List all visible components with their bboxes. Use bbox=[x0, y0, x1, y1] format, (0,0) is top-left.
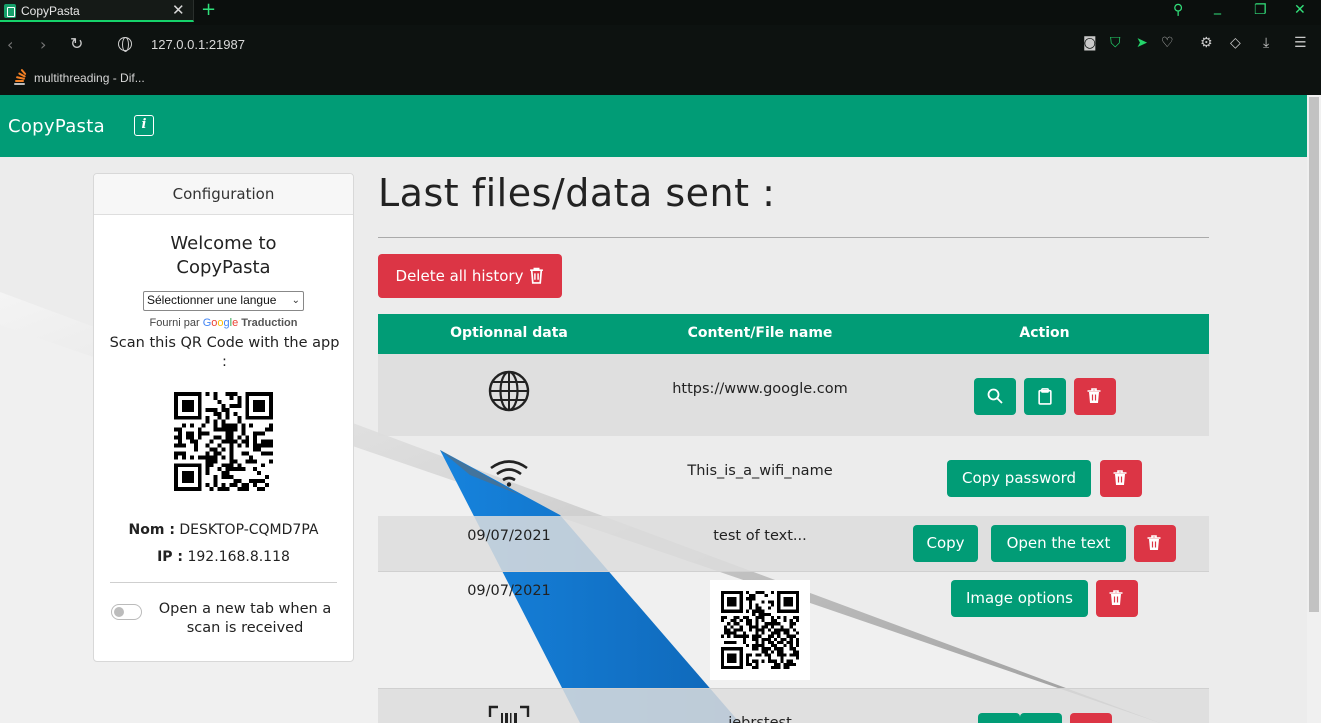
history-table-header: Optionnal data Content/File name Action bbox=[378, 314, 1209, 354]
trash-icon bbox=[1147, 535, 1161, 550]
menu-icon[interactable]: ☰ bbox=[1294, 35, 1307, 51]
row-content: This_is_a_wifi_name bbox=[687, 463, 833, 479]
info-icon[interactable]: i bbox=[134, 115, 154, 136]
host-ip-label: IP : bbox=[157, 549, 184, 565]
language-select-value: Sélectionner une langue bbox=[147, 293, 277, 307]
copy-text-button[interactable]: Copy bbox=[913, 525, 978, 562]
column-action: Action bbox=[1019, 325, 1070, 341]
divider bbox=[110, 582, 337, 583]
back-icon[interactable]: ‹ bbox=[7, 35, 13, 54]
close-window-icon[interactable]: ✕ bbox=[1294, 2, 1306, 18]
qr-image bbox=[721, 591, 799, 669]
host-name-value: DESKTOP-CQMD7PA bbox=[179, 522, 319, 538]
copy-password-button[interactable]: Copy password bbox=[947, 460, 1091, 497]
globe-icon bbox=[488, 370, 530, 412]
browser-tab[interactable]: CopyPasta ✕ bbox=[0, 0, 194, 22]
row-action-button[interactable] bbox=[1020, 713, 1062, 723]
host-name-label: Nom : bbox=[128, 522, 175, 538]
delete-row-button[interactable] bbox=[1134, 525, 1176, 562]
translate-label[interactable]: Traduction bbox=[241, 317, 297, 329]
heart-icon[interactable]: ♡ bbox=[1161, 35, 1174, 51]
row-action-button[interactable] bbox=[978, 713, 1020, 723]
page-scrollbar[interactable] bbox=[1307, 95, 1321, 723]
new-tab-icon[interactable]: + bbox=[201, 0, 216, 20]
url-input[interactable]: 127.0.0.1:21987 bbox=[151, 37, 245, 52]
table-row: This_is_a_wifi_name Copy password bbox=[378, 436, 1209, 516]
scan-instructions: Scan this QR Code with the app : bbox=[109, 335, 340, 370]
send-icon[interactable]: ➤ bbox=[1136, 35, 1148, 51]
clipboard-favicon-icon bbox=[4, 4, 16, 18]
trash-icon bbox=[529, 257, 544, 301]
camera-icon[interactable]: ◙ bbox=[1083, 35, 1097, 51]
app-navbar: CopyPasta i bbox=[0, 95, 1307, 157]
delete-all-history-button[interactable]: Delete all history bbox=[378, 254, 562, 298]
search-icon bbox=[987, 388, 1003, 404]
app-brand[interactable]: CopyPasta bbox=[8, 116, 105, 137]
powered-by-label: Fourni par bbox=[149, 317, 200, 329]
row-date: 09/07/2021 bbox=[467, 528, 551, 544]
barcode-icon bbox=[488, 705, 530, 723]
host-ip: IP : 192.168.8.118 bbox=[94, 549, 353, 565]
browser-tab-bar: CopyPasta ✕ + ⚲ _ ❐ ✕ bbox=[0, 0, 1321, 25]
configuration-card: Configuration Welcome to CopyPasta Sélec… bbox=[93, 173, 354, 662]
bookmarks-bar: multithreading - Dif... bbox=[0, 64, 1321, 95]
row-date: 09/07/2021 bbox=[467, 583, 551, 599]
new-tab-toggle-label: Open a new tab when a scan is received bbox=[158, 601, 332, 636]
site-info-icon[interactable] bbox=[118, 37, 132, 52]
row-content: https://www.google.com bbox=[672, 381, 848, 397]
google-translate-credit: Fourni par Google Traduction bbox=[94, 317, 353, 329]
configuration-header: Configuration bbox=[94, 174, 353, 215]
tab-title: CopyPasta bbox=[21, 4, 80, 18]
download-icon[interactable]: ⤓ bbox=[1263, 35, 1269, 51]
copy-link-button[interactable] bbox=[1024, 378, 1066, 415]
trash-icon bbox=[1109, 590, 1123, 605]
cube-icon[interactable]: ◇ bbox=[1230, 35, 1241, 51]
delete-row-button[interactable] bbox=[1074, 378, 1116, 415]
forward-icon[interactable]: › bbox=[40, 35, 46, 54]
page-viewport: CopyPasta i Configuration Welcome to Cop… bbox=[0, 95, 1307, 723]
google-logo-icon: Google bbox=[202, 317, 239, 329]
shield-icon[interactable]: ⛉ bbox=[1110, 35, 1121, 51]
reload-icon[interactable]: ↻ bbox=[70, 34, 83, 53]
delete-all-label: Delete all history bbox=[395, 267, 524, 285]
chevron-down-icon: ⌄ bbox=[291, 295, 300, 306]
language-select[interactable]: Sélectionner une langue ⌄ bbox=[143, 291, 304, 311]
connection-qr-code bbox=[174, 392, 273, 491]
scrollbar-thumb[interactable] bbox=[1309, 97, 1319, 612]
image-thumbnail[interactable] bbox=[710, 580, 810, 680]
row-content: jebrstest bbox=[728, 715, 792, 723]
wifi-icon bbox=[490, 460, 528, 487]
new-tab-toggle[interactable] bbox=[111, 604, 142, 620]
extensions-icon[interactable]: ⚙ bbox=[1200, 35, 1213, 51]
tab-close-icon[interactable]: ✕ bbox=[172, 1, 185, 19]
address-bar: ‹ › ↻ 127.0.0.1:21987 ◙ ⛉ ➤ ♡ ⚙ ◇ ⤓ ☰ bbox=[0, 25, 1321, 64]
host-ip-value: 192.168.8.118 bbox=[187, 549, 290, 565]
table-row: 09/07/2021 test of text... Copy Open the… bbox=[378, 516, 1209, 571]
open-link-button[interactable] bbox=[974, 378, 1016, 415]
table-row: https://www.google.com bbox=[378, 354, 1209, 436]
open-text-button[interactable]: Open the text bbox=[991, 525, 1126, 562]
search-icon[interactable]: ⚲ bbox=[1173, 2, 1183, 18]
trash-icon bbox=[1087, 388, 1101, 403]
welcome-heading: Welcome to CopyPasta bbox=[170, 233, 277, 278]
stackoverflow-icon bbox=[12, 68, 27, 86]
row-content: test of text... bbox=[713, 528, 807, 544]
minimize-icon[interactable]: _ bbox=[1214, 0, 1221, 15]
column-content: Content/File name bbox=[687, 325, 833, 341]
delete-row-button[interactable] bbox=[1070, 713, 1112, 723]
table-row: jebrstest bbox=[378, 688, 1209, 723]
table-row: 09/07/2021 Image options bbox=[378, 571, 1209, 688]
clipboard-icon bbox=[1038, 388, 1052, 405]
restore-icon[interactable]: ❐ bbox=[1254, 2, 1267, 18]
bookmark-multithreading[interactable]: multithreading - Dif... bbox=[34, 71, 145, 85]
page-title: Last files/data sent : bbox=[378, 171, 776, 215]
host-name: Nom : DESKTOP-CQMD7PA bbox=[94, 522, 353, 538]
image-options-button[interactable]: Image options bbox=[951, 580, 1088, 617]
column-optional-data: Optionnal data bbox=[450, 325, 568, 341]
trash-icon bbox=[1113, 470, 1127, 485]
delete-row-button[interactable] bbox=[1100, 460, 1142, 497]
title-divider bbox=[378, 237, 1209, 238]
delete-row-button[interactable] bbox=[1096, 580, 1138, 617]
